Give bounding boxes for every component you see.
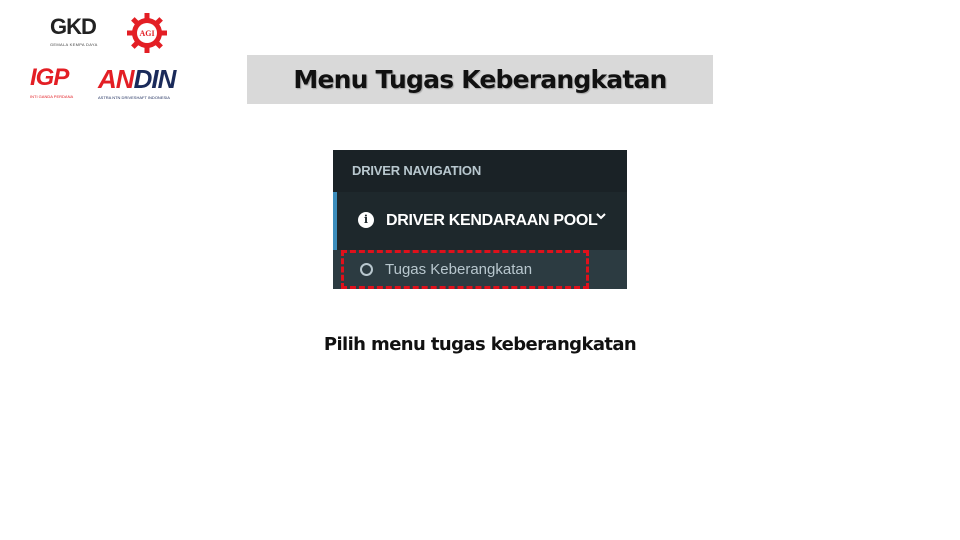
agi-logo: AGI	[126, 12, 168, 54]
info-circle-icon: i	[358, 212, 374, 228]
gkd-logo-subtitle: GEMALA KEMPA DAYA	[50, 42, 98, 47]
chevron-down-icon	[595, 210, 607, 225]
instruction-caption: Pilih menu tugas keberangkatan	[323, 334, 637, 355]
andin-logo-mark-dark: DIN	[133, 64, 177, 94]
title-banner: Menu Tugas Keberangkatan	[247, 55, 713, 104]
sidebar-menu-label: DRIVER KENDARAAN POOL	[386, 212, 598, 229]
page-title: Menu Tugas Keberangkatan	[293, 65, 667, 94]
igp-logo: IGP INTI GANDA PERDANA	[30, 66, 94, 102]
sidebar-header: DRIVER NAVIGATION	[333, 150, 627, 192]
igp-logo-mark: IGP	[30, 64, 69, 91]
andin-logo: ANDIN ASTRA NTN DRIVESHAFT INDONESIA	[98, 66, 200, 102]
sidebar-header-label: DRIVER NAVIGATION	[352, 163, 482, 178]
gkd-logo: GKD GEMALA KEMPA DAYA	[50, 16, 112, 52]
gkd-logo-mark: GKD	[50, 14, 97, 39]
andin-logo-mark-red: AN	[98, 64, 135, 94]
sidebar-menu-driver-kendaraan-pool[interactable]: i DRIVER KENDARAAN POOL	[333, 192, 627, 250]
agi-logo-mark: AGI	[139, 29, 154, 38]
andin-logo-subtitle: ASTRA NTN DRIVESHAFT INDONESIA	[98, 95, 170, 100]
andin-logo-mark: ANDIN	[98, 66, 200, 92]
highlight-box	[341, 250, 589, 289]
agi-gear-icon: AGI	[127, 13, 167, 53]
igp-logo-subtitle: INTI GANDA PERDANA	[30, 94, 74, 99]
